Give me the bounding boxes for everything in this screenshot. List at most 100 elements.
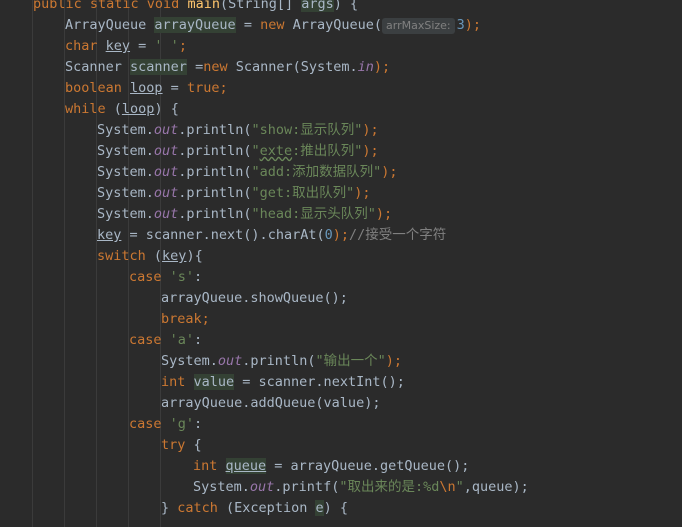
code-token: key: [97, 227, 122, 243]
code-token: Scanner(System.: [235, 59, 358, 75]
code-token: System.: [161, 353, 218, 369]
code-token: .println(: [178, 206, 252, 222]
code-token: System.: [97, 206, 154, 222]
code-token: );: [375, 206, 393, 222]
code-token: ArrayQueue(: [292, 17, 382, 33]
code-token: 3: [456, 17, 465, 33]
code-line[interactable]: System.out.println("exte:推出队列");: [97, 141, 379, 162]
code-token: System.: [97, 143, 154, 159]
code-token: = scanner.nextInt();: [234, 374, 405, 390]
code-line[interactable]: Scanner scanner =new Scanner(System.in);: [65, 57, 390, 78]
code-token: e: [315, 500, 324, 516]
code-token: = arrayQueue.getQueue();: [266, 458, 470, 474]
code-line[interactable]: key = scanner.next().charAt(0);//接受一个字符: [97, 225, 446, 246]
code-token: System.: [97, 185, 154, 201]
code-line[interactable]: try {: [161, 435, 202, 456]
code-line[interactable]: public static void main(String[] args) {: [33, 0, 358, 15]
code-line[interactable]: case 'a':: [129, 330, 202, 351]
code-line[interactable]: arrayQueue.showQueue();: [161, 288, 348, 309]
code-token: out: [249, 479, 275, 495]
code-token: .println(: [178, 164, 252, 180]
code-token: ,queue);: [463, 479, 529, 495]
code-token: loop: [130, 80, 163, 96]
code-token: (Exception: [226, 500, 316, 516]
code-line[interactable]: while (loop) {: [65, 99, 179, 120]
code-token: Scanner: [65, 59, 131, 75]
code-token: (: [153, 248, 163, 264]
code-line[interactable]: System.out.println("show:显示队列");: [97, 120, 379, 141]
code-token: ;: [178, 38, 187, 54]
code-token: = scanner.next().charAt(: [121, 227, 325, 243]
code-token: :: [194, 416, 203, 432]
code-token: =: [162, 80, 187, 96]
code-token: .println(: [242, 353, 316, 369]
code-token: new: [203, 59, 236, 75]
code-token: int: [161, 374, 194, 390]
code-token: arrayQueue.showQueue();: [161, 290, 348, 306]
code-line[interactable]: System.out.println("head:显示头队列");: [97, 204, 392, 225]
code-token: "show:显示队列": [251, 122, 363, 138]
code-token: );: [362, 122, 379, 138]
code-token: ' ': [154, 38, 179, 54]
code-token: :推出队列": [292, 143, 363, 159]
code-token: 0: [324, 227, 333, 243]
code-token: :: [194, 269, 203, 285]
code-token: );: [464, 17, 482, 33]
code-token: true: [186, 80, 220, 96]
code-line[interactable]: ArrayQueue arrayQueue = new ArrayQueue(a…: [65, 15, 481, 36]
code-token: :: [194, 332, 203, 348]
code-token: boolean: [65, 80, 131, 96]
code-line[interactable]: boolean loop = true;: [65, 78, 228, 99]
code-token: in: [357, 59, 374, 75]
code-token: ": [251, 143, 260, 159]
code-line[interactable]: switch (key){: [97, 246, 203, 267]
code-token: =: [186, 59, 204, 75]
code-token: exte: [259, 143, 293, 159]
code-token: ArrayQueue: [65, 17, 155, 33]
code-token: 'g': [169, 416, 195, 432]
code-token: break;: [161, 311, 210, 327]
code-token: out: [153, 143, 179, 159]
code-line[interactable]: char key = ' ';: [65, 36, 187, 57]
code-line[interactable]: arrayQueue.addQueue(value);: [161, 393, 380, 414]
indent-guide: [32, 0, 33, 527]
parameter-hint: arrMaxSize:: [382, 18, 455, 34]
code-line[interactable]: System.out.printf("取出来的是:%d\n",queue);: [193, 477, 529, 498]
code-token: System.: [97, 122, 154, 138]
code-token: =: [130, 38, 155, 54]
code-token: ;: [219, 80, 228, 96]
code-line[interactable]: case 's':: [129, 267, 202, 288]
code-token: System.: [193, 479, 250, 495]
code-token: out: [153, 185, 179, 201]
code-token: out: [153, 122, 179, 138]
code-token: key: [162, 248, 187, 264]
code-line[interactable]: System.out.println("get:取出队列");: [97, 183, 371, 204]
code-token: out: [153, 206, 179, 222]
code-token: 's': [169, 269, 195, 285]
code-line[interactable]: break;: [161, 309, 210, 330]
code-token: 'a': [169, 332, 195, 348]
code-token: .println(: [178, 122, 252, 138]
code-token: try: [161, 437, 194, 453]
code-token: case: [129, 416, 170, 432]
code-line[interactable]: System.out.println("输出一个");: [161, 351, 402, 372]
code-token: "add:添加数据队列": [251, 164, 382, 180]
code-token: key: [105, 38, 131, 54]
code-line[interactable]: System.out.println("add:添加数据队列");: [97, 162, 398, 183]
code-token: new: [260, 17, 293, 33]
code-line[interactable]: int value = scanner.nextInt();: [161, 372, 405, 393]
code-line[interactable]: case 'g':: [129, 414, 202, 435]
code-token: "取出来的是:%d: [339, 479, 440, 495]
code-editor[interactable]: public static void main(String[] args) {…: [0, 0, 682, 527]
code-token: loop: [121, 101, 155, 117]
code-token: );: [362, 143, 379, 159]
code-line[interactable]: } catch (Exception e) {: [161, 498, 348, 519]
code-token: "head:显示头队列": [251, 206, 376, 222]
code-token: value: [193, 374, 235, 390]
code-token: arrayQueue: [154, 17, 236, 33]
code-token: case: [129, 332, 170, 348]
code-token: case: [129, 269, 170, 285]
code-token: }: [161, 500, 178, 516]
code-line[interactable]: int queue = arrayQueue.getQueue();: [193, 456, 469, 477]
code-token: arrayQueue.addQueue(value);: [161, 395, 381, 411]
